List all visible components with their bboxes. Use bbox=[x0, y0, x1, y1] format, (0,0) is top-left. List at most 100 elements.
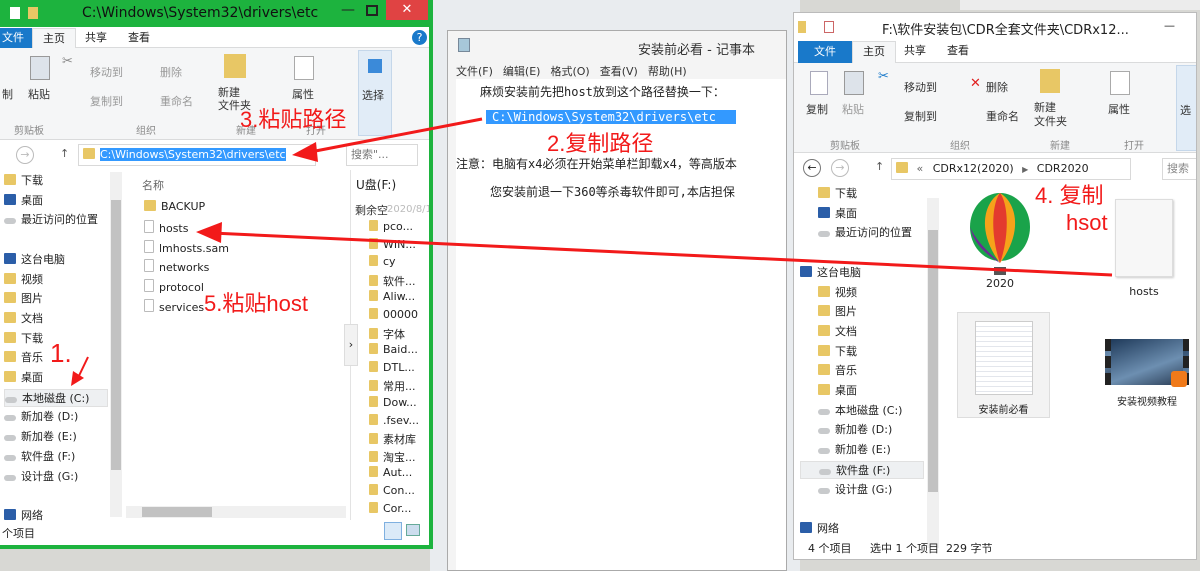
menu-edit[interactable]: 编辑(E) bbox=[503, 63, 541, 79]
maximize-button[interactable] bbox=[366, 5, 378, 16]
paste-button[interactable]: 粘贴 bbox=[28, 86, 50, 102]
preview-item[interactable]: 素材库 bbox=[369, 431, 416, 447]
large-icons-view-button[interactable] bbox=[406, 524, 420, 536]
menu-view[interactable]: 查看(V) bbox=[600, 63, 638, 79]
nav-item[interactable]: 设计盘 (G:) bbox=[800, 481, 892, 499]
tab-share[interactable]: 共享 bbox=[75, 28, 117, 48]
rename-button[interactable]: 重命名 bbox=[986, 108, 1019, 124]
address-bar[interactable]: C:\Windows\System32\drivers\etc bbox=[78, 144, 316, 166]
nav-item[interactable]: 视频 bbox=[800, 284, 857, 302]
forward-button[interactable]: → bbox=[16, 146, 34, 164]
preview-item[interactable]: .fsev... bbox=[369, 413, 419, 427]
nav-item[interactable]: 设计盘 (G:) bbox=[4, 468, 78, 486]
select-button[interactable]: 选择 bbox=[358, 50, 392, 136]
nav-item[interactable]: 桌面 bbox=[800, 382, 857, 400]
nav-item[interactable]: 下载 bbox=[800, 185, 857, 203]
select-button[interactable]: 选 bbox=[1176, 65, 1196, 151]
nav-item[interactable]: 下载 bbox=[800, 343, 857, 361]
tab-home[interactable]: 主页 bbox=[852, 41, 896, 63]
file-row[interactable]: lmhosts.sam bbox=[144, 239, 229, 255]
preview-item[interactable]: WIN... bbox=[369, 237, 416, 251]
rename-button[interactable]: 重命名 bbox=[160, 93, 193, 109]
quick-access-icon[interactable] bbox=[824, 21, 834, 33]
menu-format[interactable]: 格式(O) bbox=[550, 63, 589, 79]
nav-item[interactable]: 网络 bbox=[800, 520, 839, 538]
preview-item[interactable]: 软件... bbox=[369, 273, 416, 289]
new-folder-button[interactable]: 新建 文件夹 bbox=[1034, 101, 1067, 129]
cut-icon[interactable]: ✂ bbox=[62, 54, 73, 69]
drive-dropdown[interactable]: U盘(F:) bbox=[356, 176, 396, 193]
file-row[interactable]: BACKUP bbox=[144, 200, 205, 213]
nav-item[interactable]: 最近访问的位置 bbox=[4, 211, 98, 229]
breadcrumb-overflow[interactable]: « bbox=[917, 162, 924, 175]
file-item-hosts[interactable]: hosts bbox=[1104, 199, 1184, 299]
breadcrumb-cdr2020[interactable]: CDR2020 bbox=[1037, 162, 1089, 175]
nav-item[interactable]: 这台电脑 bbox=[4, 251, 65, 269]
preview-item[interactable]: DTL... bbox=[369, 360, 415, 374]
nav-item[interactable]: 文档 bbox=[800, 323, 857, 341]
copy-to-button[interactable]: 复制到 bbox=[904, 108, 937, 124]
preview-item[interactable]: Con... bbox=[369, 484, 415, 497]
close-button[interactable]: ✕ bbox=[386, 0, 428, 20]
minimize-button[interactable]: — bbox=[1164, 19, 1175, 32]
move-to-button[interactable]: 移动到 bbox=[904, 79, 937, 95]
breadcrumb-cdrx12[interactable]: CDRx12(2020) bbox=[933, 162, 1014, 175]
nav-item[interactable]: 图片 bbox=[800, 303, 857, 321]
copy-button[interactable]: 复制 bbox=[806, 101, 828, 117]
nav-scrollbar[interactable] bbox=[110, 172, 122, 517]
nav-item[interactable]: 这台电脑 bbox=[800, 264, 861, 282]
nav-item[interactable]: 下载 bbox=[4, 330, 43, 348]
search-input[interactable]: 搜索 bbox=[1162, 158, 1196, 180]
address-bar[interactable]: « CDRx12(2020) ▶ CDR2020 bbox=[891, 158, 1131, 180]
properties-button[interactable]: 属性 bbox=[1108, 101, 1130, 117]
up-button[interactable]: ↑ bbox=[60, 147, 69, 160]
nav-item[interactable]: 新加卷 (D:) bbox=[800, 421, 892, 439]
file-row[interactable]: services bbox=[144, 299, 204, 314]
up-button[interactable]: ↑ bbox=[875, 160, 884, 173]
preview-item[interactable]: Cor... bbox=[369, 501, 411, 515]
preview-item[interactable]: Dow... bbox=[369, 396, 417, 409]
cut-icon[interactable]: ✂ bbox=[878, 69, 889, 84]
nav-item[interactable]: 软件盘 (F:) bbox=[4, 448, 75, 466]
delete-button[interactable]: 删除 bbox=[986, 79, 1008, 95]
file-row[interactable]: hosts bbox=[144, 219, 188, 235]
file-item-readme[interactable]: 安装前必看 bbox=[957, 312, 1050, 418]
tab-view[interactable]: 查看 bbox=[118, 28, 160, 48]
file-hscrollbar[interactable] bbox=[126, 506, 346, 518]
preview-item[interactable]: Aut... bbox=[369, 466, 412, 479]
nav-item[interactable]: 音乐 bbox=[800, 362, 857, 380]
expand-pane-button[interactable]: › bbox=[344, 324, 358, 366]
nav-item[interactable]: 新加卷 (E:) bbox=[800, 441, 891, 459]
help-icon[interactable]: ? bbox=[412, 30, 427, 45]
file-row[interactable]: protocol bbox=[144, 279, 204, 294]
tab-file[interactable]: 文件 bbox=[798, 41, 852, 63]
nav-item[interactable]: 图片 bbox=[4, 290, 43, 308]
file-item-2020[interactable]: 2020 bbox=[962, 193, 1038, 297]
nav-item[interactable]: 网络 bbox=[4, 507, 43, 525]
delete-button[interactable]: 删除 bbox=[160, 64, 182, 80]
copy-to-button[interactable]: 复制到 bbox=[90, 93, 123, 109]
nav-item[interactable]: 下载 bbox=[4, 172, 43, 190]
nav-item[interactable]: 最近访问的位置 bbox=[800, 224, 912, 242]
preview-item[interactable]: cy bbox=[369, 255, 396, 268]
nav-item[interactable]: 新加卷 (D:) bbox=[4, 408, 78, 426]
preview-item[interactable]: 字体 bbox=[369, 326, 405, 342]
preview-item[interactable]: pco... bbox=[369, 220, 413, 233]
nav-item[interactable]: 桌面 bbox=[4, 192, 43, 210]
nav-item[interactable]: 软件盘 (F:) bbox=[800, 460, 924, 479]
nav-scrollbar[interactable] bbox=[927, 198, 939, 548]
preview-item[interactable]: 00000 bbox=[369, 308, 418, 321]
preview-item[interactable]: 常用... bbox=[369, 378, 416, 394]
tab-file[interactable]: 文件 bbox=[0, 28, 34, 48]
minimize-button[interactable]: — bbox=[338, 2, 358, 22]
copy-button[interactable]: 制 bbox=[2, 86, 13, 102]
nav-item[interactable]: 桌面 bbox=[800, 205, 857, 223]
nav-item[interactable]: 音乐 bbox=[4, 349, 43, 367]
nav-item[interactable]: 本地磁盘 (C:) bbox=[4, 388, 108, 407]
nav-item[interactable]: 本地磁盘 (C:) bbox=[800, 402, 902, 420]
search-input[interactable]: 搜索"... bbox=[346, 144, 418, 166]
column-header-name[interactable]: 名称 bbox=[142, 177, 164, 193]
file-item-video[interactable]: 安装视频教程 bbox=[1102, 339, 1192, 419]
nav-item[interactable]: 桌面 bbox=[4, 369, 43, 387]
details-view-button[interactable] bbox=[384, 522, 402, 540]
